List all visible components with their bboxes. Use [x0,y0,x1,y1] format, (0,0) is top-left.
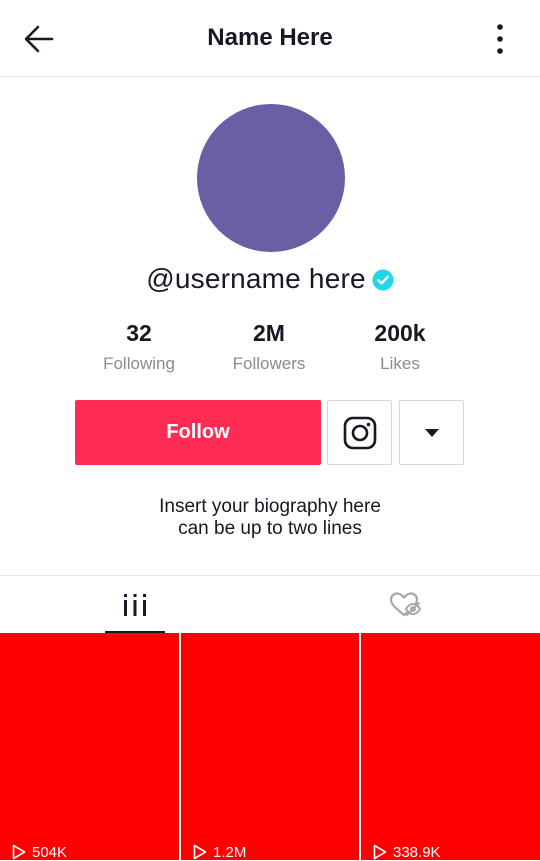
stat-following[interactable]: 32 Following [74,318,204,374]
avatar[interactable] [197,104,345,252]
more-actions-dropdown-button[interactable] [399,400,464,465]
video-view-count: 504K [12,842,67,860]
vertical-dots-icon [497,24,503,54]
video-views-text: 504K [32,844,68,861]
follow-button[interactable]: Follow [75,400,321,465]
page-title: Name Here [207,24,333,51]
video-thumbnail[interactable]: 1.2M [181,633,359,860]
stat-followers-count: 2M [253,320,285,346]
videos-grid-icon [124,593,146,616]
stat-followers-label: Followers [232,354,306,373]
instagram-button[interactable] [327,400,392,465]
video-view-count: 338.9K [373,842,441,860]
play-icon [12,844,26,860]
stat-followers[interactable]: 2M Followers [204,318,334,374]
play-icon [373,844,387,860]
stat-following-count: 32 [126,320,152,346]
caret-down-icon [424,428,439,437]
stat-likes[interactable]: 200k Likes [335,318,465,374]
stat-likes-label: Likes [380,354,420,373]
stat-following-label: Following [103,354,175,373]
tab-videos[interactable] [0,576,270,633]
video-view-count: 1.2M [193,842,246,860]
liked-hidden-icon [389,591,421,616]
tab-liked[interactable] [270,576,540,633]
more-options-button[interactable] [486,22,514,56]
profile-tabs [0,575,540,633]
bio: Insert your biography here can be up to … [0,496,540,540]
video-thumbnail[interactable]: 338.9K [361,633,540,860]
play-icon [193,844,207,860]
video-grid: 504K 1.2M 338.9K [0,633,540,860]
video-thumbnail[interactable]: 504K [0,633,179,860]
instagram-icon [343,416,376,449]
video-views-text: 338.9K [393,844,441,861]
verified-badge-icon [372,269,394,291]
top-nav-bar: Name Here [0,0,540,77]
username: @username here [146,263,366,294]
stat-likes-count: 200k [374,320,426,346]
bio-line: can be up to two lines [178,518,362,539]
bio-line: Insert your biography here [159,496,381,517]
username-row: @username here [0,260,540,298]
video-views-text: 1.2M [213,844,247,861]
